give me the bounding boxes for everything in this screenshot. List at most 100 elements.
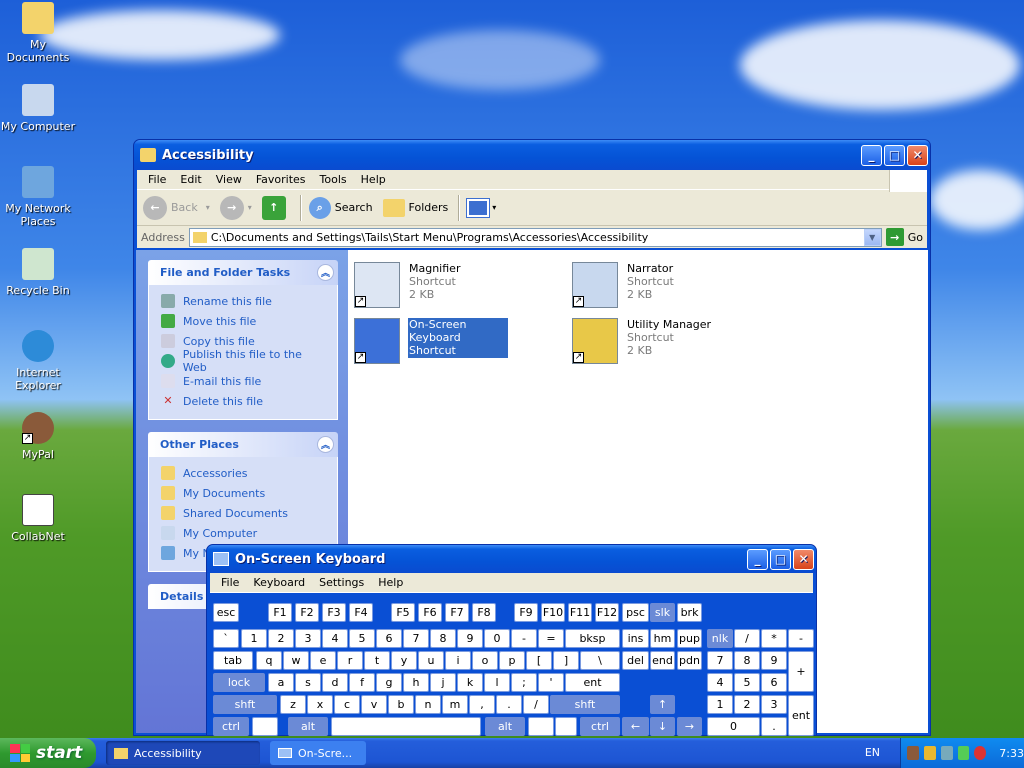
back-button[interactable]: ← Back ▾ [143, 195, 210, 220]
key-f12[interactable]: F12 [595, 603, 619, 622]
key-left[interactable]: ← [622, 717, 649, 736]
key-x[interactable]: x [307, 695, 333, 714]
forward-button[interactable]: → ▾ [219, 195, 252, 220]
key-s[interactable]: s [295, 673, 321, 692]
key-l[interactable]: l [484, 673, 510, 692]
key-shft[interactable]: shft [550, 695, 620, 714]
key-end[interactable]: end [650, 651, 675, 670]
key-7[interactable]: 7 [707, 651, 733, 670]
key-up[interactable]: ↑ [650, 695, 675, 714]
key-equals[interactable]: = [538, 629, 564, 648]
key-ctrl[interactable]: ctrl [580, 717, 620, 736]
menu-tools[interactable]: Tools [313, 173, 354, 186]
up-button[interactable]: ↑ [261, 195, 290, 220]
key-9[interactable]: 9 [457, 629, 483, 648]
key-f5[interactable]: F5 [391, 603, 415, 622]
key-f10[interactable]: F10 [541, 603, 565, 622]
key-3[interactable]: 3 [295, 629, 321, 648]
key-shft[interactable]: shft [213, 695, 277, 714]
key-9[interactable]: 9 [761, 651, 787, 670]
key-k[interactable]: k [457, 673, 483, 692]
key-f2[interactable]: F2 [295, 603, 319, 622]
file-item-narrator[interactable]: ↗ Narrator Shortcut 2 KB [572, 262, 675, 308]
key-slash[interactable]: / [734, 629, 760, 648]
key-plus[interactable]: + [788, 651, 814, 692]
key-m[interactable]: m [442, 695, 468, 714]
key-6[interactable]: 6 [761, 673, 787, 692]
key-p[interactable]: p [499, 651, 525, 670]
go-button[interactable]: → Go [885, 228, 923, 246]
address-input[interactable]: C:\Documents and Settings\Tails\Start Me… [188, 227, 882, 247]
key-0[interactable]: 0 [484, 629, 510, 648]
desktop-icon-collabnet[interactable]: CollabNet [0, 494, 76, 543]
views-button[interactable]: ▾ [466, 197, 496, 218]
task-rename[interactable]: Rename this file [161, 291, 327, 311]
key-ent[interactable]: ent [788, 695, 814, 736]
file-item-utility-manager[interactable]: ↗ Utility Manager Shortcut 2 KB [572, 318, 712, 364]
menu-edit[interactable]: Edit [173, 173, 208, 186]
key-4[interactable]: 4 [707, 673, 733, 692]
key-minus[interactable]: - [511, 629, 537, 648]
desktop-icon-mypal[interactable]: ↗ MyPal [0, 412, 76, 461]
key-esc[interactable]: esc [213, 603, 239, 622]
desktop-icon-internet-explorer[interactable]: Internet Explorer [0, 330, 76, 392]
search-button[interactable]: ⌕ Search [308, 196, 373, 219]
key-menu[interactable] [555, 717, 577, 736]
key-w[interactable]: w [283, 651, 309, 670]
address-dropdown-button[interactable]: ▼ [863, 228, 881, 246]
explorer-titlebar[interactable]: Accessibility _ □ ✕ [134, 140, 930, 170]
tray-app-icon[interactable] [940, 746, 953, 760]
key-f1[interactable]: F1 [268, 603, 292, 622]
key-slk[interactable]: slk [650, 603, 675, 622]
collapse-chevron-icon[interactable]: ︽ [317, 264, 334, 281]
minimize-button[interactable]: _ [747, 548, 768, 570]
key-t[interactable]: t [364, 651, 390, 670]
key-f11[interactable]: F11 [568, 603, 592, 622]
close-button[interactable]: ✕ [793, 548, 814, 570]
key-nlk[interactable]: nlk [707, 629, 733, 648]
taskbar-button-accessibility[interactable]: Accessibility [106, 741, 260, 765]
key-alt[interactable]: alt [485, 717, 525, 736]
key-c[interactable]: c [334, 695, 360, 714]
key-psc[interactable]: psc [622, 603, 649, 622]
key-q[interactable]: q [256, 651, 282, 670]
key-rbracket[interactable]: ] [553, 651, 579, 670]
windows-logo-key[interactable] [528, 717, 554, 736]
tray-app-icon[interactable] [907, 746, 919, 760]
key-period[interactable]: . [761, 717, 787, 736]
key-f6[interactable]: F6 [418, 603, 442, 622]
key-hm[interactable]: hm [650, 629, 675, 648]
key-f3[interactable]: F3 [322, 603, 346, 622]
key-2[interactable]: 2 [268, 629, 294, 648]
key-f9[interactable]: F9 [514, 603, 538, 622]
minimize-button[interactable]: _ [861, 144, 882, 166]
key-h[interactable]: h [403, 673, 429, 692]
key-e[interactable]: e [310, 651, 336, 670]
key-3[interactable]: 3 [761, 695, 787, 714]
key-8[interactable]: 8 [734, 651, 760, 670]
osk-titlebar[interactable]: On-Screen Keyboard _ □ ✕ [207, 545, 816, 573]
key-lbracket[interactable]: [ [526, 651, 552, 670]
key-f8[interactable]: F8 [472, 603, 496, 622]
key-space[interactable] [331, 717, 481, 736]
task-publish[interactable]: Publish this file to the Web [161, 348, 327, 374]
key-o[interactable]: o [472, 651, 498, 670]
panel-header[interactable]: Other Places ︽ [148, 432, 338, 457]
key-bksp[interactable]: bksp [565, 629, 620, 648]
security-alert-icon[interactable] [974, 746, 987, 760]
osk-menu-keyboard[interactable]: Keyboard [246, 576, 312, 589]
key-alt[interactable]: alt [288, 717, 328, 736]
key-quote[interactable]: ' [538, 673, 564, 692]
key-5[interactable]: 5 [734, 673, 760, 692]
key-star[interactable]: * [761, 629, 787, 648]
maximize-button[interactable]: □ [770, 548, 791, 570]
desktop-icon-network-places[interactable]: My Network Places [0, 166, 76, 228]
key-n[interactable]: n [415, 695, 441, 714]
key-pup[interactable]: pup [677, 629, 702, 648]
key-ins[interactable]: ins [622, 629, 649, 648]
key-1[interactable]: 1 [241, 629, 267, 648]
place-shared-documents[interactable]: Shared Documents [161, 503, 327, 523]
taskbar-button-osk[interactable]: On-Scre... [270, 741, 366, 765]
key-minus[interactable]: - [788, 629, 814, 648]
key-comma[interactable]: , [469, 695, 495, 714]
